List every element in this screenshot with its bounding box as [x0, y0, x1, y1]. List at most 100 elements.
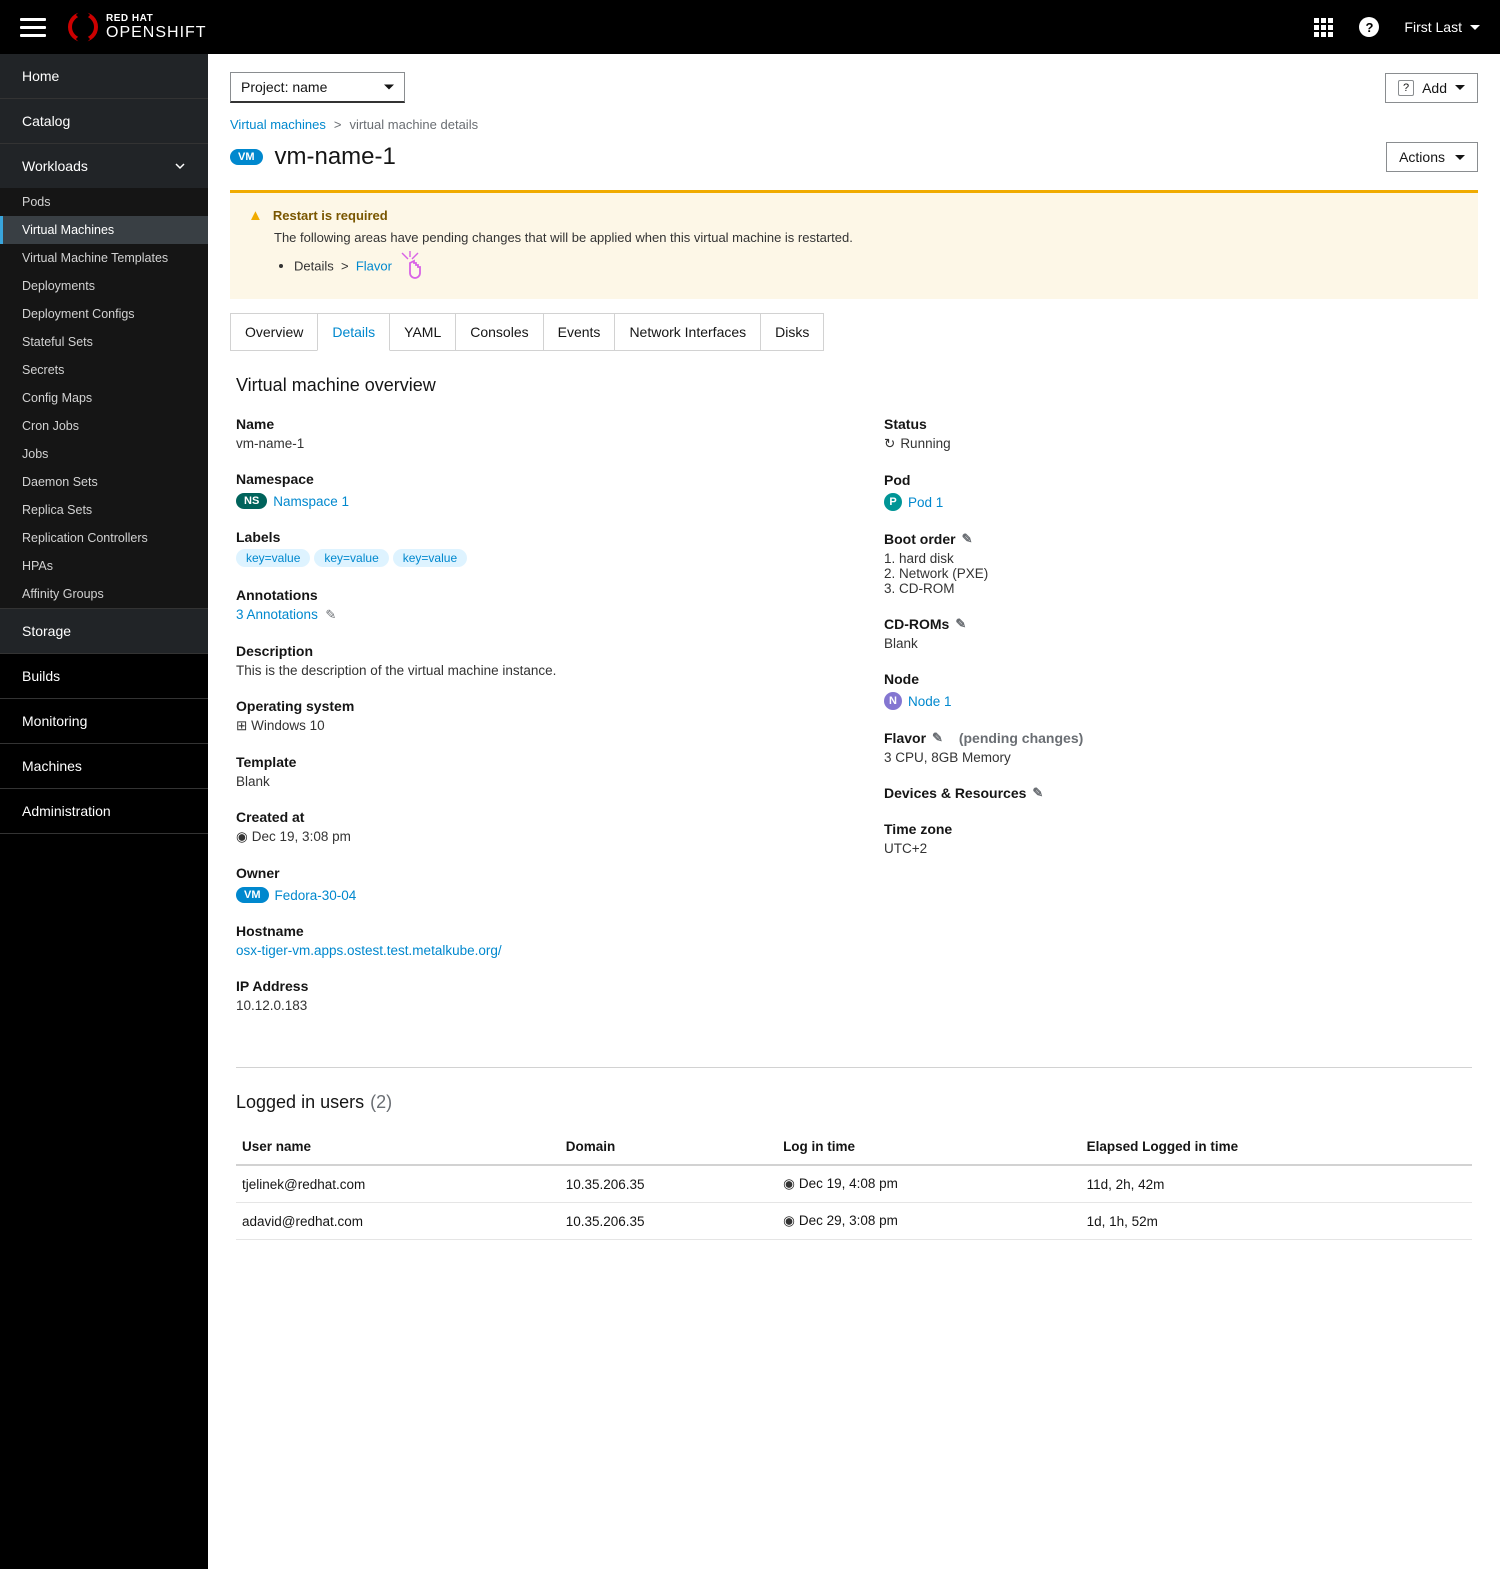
tab-yaml[interactable]: YAML	[389, 313, 456, 351]
hostname-link[interactable]: osx-tiger-vm.apps.ostest.test.metalkube.…	[236, 943, 502, 958]
nav-administration[interactable]: Administration	[0, 789, 208, 834]
tab-events[interactable]: Events	[543, 313, 616, 351]
nav-home[interactable]: Home	[0, 54, 208, 99]
caret-down-icon	[1455, 155, 1465, 160]
value-created: Dec 19, 3:08 pm	[252, 829, 351, 844]
table-row: adavid@redhat.com10.35.206.35◉Dec 29, 3:…	[236, 1203, 1472, 1240]
sidebar-item-cron-jobs[interactable]: Cron Jobs	[0, 412, 208, 440]
help-icon[interactable]: ?	[1358, 16, 1380, 38]
restart-alert: ▲ Restart is required The following area…	[230, 190, 1478, 299]
pencil-icon[interactable]: ✎	[932, 730, 943, 746]
sidebar-item-pods[interactable]: Pods	[0, 188, 208, 216]
apps-icon[interactable]	[1312, 16, 1334, 38]
boot-order-item: 2. Network (PXE)	[884, 566, 1472, 581]
sidebar-item-virtual-machine-templates[interactable]: Virtual Machine Templates	[0, 244, 208, 272]
nav-catalog[interactable]: Catalog	[0, 99, 208, 144]
pencil-icon[interactable]: ✎	[955, 616, 966, 632]
caret-down-icon	[384, 85, 394, 90]
page-header: Virtual machines > virtual machine detai…	[208, 103, 1500, 182]
sidebar-item-replica-sets[interactable]: Replica Sets	[0, 496, 208, 524]
brand-logo[interactable]: RED HAT OPENSHIFT	[68, 12, 207, 42]
label-description: Description	[236, 643, 824, 659]
brand-main: OPENSHIFT	[106, 24, 207, 42]
sidebar-item-config-maps[interactable]: Config Maps	[0, 384, 208, 412]
namespace-link[interactable]: Namspace 1	[273, 494, 349, 509]
tabs: OverviewDetailsYAMLConsolesEventsNetwork…	[230, 313, 1478, 351]
globe-icon: ◉	[783, 1213, 795, 1228]
sidebar-item-jobs[interactable]: Jobs	[0, 440, 208, 468]
cell-user: tjelinek@redhat.com	[236, 1165, 560, 1203]
openshift-logo-icon	[68, 12, 98, 42]
table-header[interactable]: Log in time	[777, 1129, 1081, 1165]
user-menu[interactable]: First Last	[1404, 19, 1480, 35]
breadcrumb-root[interactable]: Virtual machines	[230, 117, 326, 132]
boot-order-item: 1. hard disk	[884, 551, 1472, 566]
value-name: vm-name-1	[236, 436, 824, 451]
value-template: Blank	[236, 774, 824, 789]
label-node: Node	[884, 671, 1472, 687]
sidebar-item-replication-controllers[interactable]: Replication Controllers	[0, 524, 208, 552]
value-description: This is the description of the virtual m…	[236, 663, 824, 678]
sidebar-item-hpas[interactable]: HPAs	[0, 552, 208, 580]
nav-workloads[interactable]: Workloads	[0, 144, 208, 188]
tab-disks[interactable]: Disks	[760, 313, 824, 351]
pencil-icon[interactable]: ✎	[1032, 785, 1043, 801]
nav-storage[interactable]: Storage	[0, 608, 208, 654]
label-cdroms: CD-ROMs✎	[884, 616, 1472, 632]
nav-monitoring[interactable]: Monitoring	[0, 699, 208, 744]
logged-users-table: User nameDomainLog in timeElapsed Logged…	[236, 1129, 1472, 1240]
project-select[interactable]: Project: name	[230, 72, 405, 103]
sidebar-item-deployment-configs[interactable]: Deployment Configs	[0, 300, 208, 328]
caret-down-icon	[1470, 25, 1480, 30]
boot-order-list: 1. hard disk2. Network (PXE)3. CD-ROM	[884, 551, 1472, 596]
label-name: Name	[236, 416, 824, 432]
cell-login: ◉Dec 29, 3:08 pm	[777, 1203, 1081, 1240]
value-os: Windows 10	[251, 718, 325, 733]
cell-user: adavid@redhat.com	[236, 1203, 560, 1240]
add-button[interactable]: ? Add	[1385, 73, 1478, 103]
label-boot: Boot order✎	[884, 531, 1472, 547]
label-labels: Labels	[236, 529, 824, 545]
tab-overview[interactable]: Overview	[230, 313, 318, 351]
pod-link[interactable]: Pod 1	[908, 495, 943, 510]
masthead: RED HAT OPENSHIFT ? First Last	[0, 0, 1500, 54]
sidebar-item-secrets[interactable]: Secrets	[0, 356, 208, 384]
pencil-icon[interactable]: ✎	[325, 607, 336, 622]
sidebar-item-daemon-sets[interactable]: Daemon Sets	[0, 468, 208, 496]
content-pane: Project: name ? Add Virtual machines > v…	[208, 54, 1500, 1569]
value-ip: 10.12.0.183	[236, 998, 824, 1013]
tab-consoles[interactable]: Consoles	[455, 313, 543, 351]
label-chip[interactable]: key=value	[236, 549, 310, 567]
table-header[interactable]: Domain	[560, 1129, 777, 1165]
table-header[interactable]: Elapsed Logged in time	[1081, 1129, 1472, 1165]
sidebar-item-stateful-sets[interactable]: Stateful Sets	[0, 328, 208, 356]
tab-network-interfaces[interactable]: Network Interfaces	[614, 313, 761, 351]
annotations-link[interactable]: 3 Annotations	[236, 607, 318, 622]
tab-details[interactable]: Details	[317, 313, 390, 351]
value-cdroms: Blank	[884, 636, 1472, 651]
table-header[interactable]: User name	[236, 1129, 560, 1165]
actions-button[interactable]: Actions	[1386, 142, 1478, 172]
label-chip[interactable]: key=value	[314, 549, 388, 567]
alert-flavor-link[interactable]: Flavor	[356, 258, 392, 273]
label-annotations: Annotations	[236, 587, 824, 603]
sidebar-item-affinity-groups[interactable]: Affinity Groups	[0, 580, 208, 608]
alert-body: The following areas have pending changes…	[274, 230, 1460, 245]
nav-toggle[interactable]	[20, 14, 46, 40]
node-link[interactable]: Node 1	[908, 694, 952, 709]
nav-builds[interactable]: Builds	[0, 654, 208, 699]
sidebar: Home Catalog Workloads PodsVirtual Machi…	[0, 54, 208, 1569]
label-ip: IP Address	[236, 978, 824, 994]
sidebar-item-virtual-machines[interactable]: Virtual Machines	[0, 216, 208, 244]
label-owner: Owner	[236, 865, 824, 881]
nav-machines[interactable]: Machines	[0, 744, 208, 789]
caret-down-icon	[1455, 85, 1465, 90]
label-devices: Devices & Resources✎	[884, 785, 1472, 801]
chevron-down-icon	[174, 160, 186, 172]
cell-elapsed: 1d, 1h, 52m	[1081, 1203, 1472, 1240]
page-title: vm-name-1	[275, 143, 396, 171]
owner-link[interactable]: Fedora-30-04	[275, 888, 357, 903]
pencil-icon[interactable]: ✎	[962, 531, 973, 547]
label-chip[interactable]: key=value	[393, 549, 467, 567]
sidebar-item-deployments[interactable]: Deployments	[0, 272, 208, 300]
